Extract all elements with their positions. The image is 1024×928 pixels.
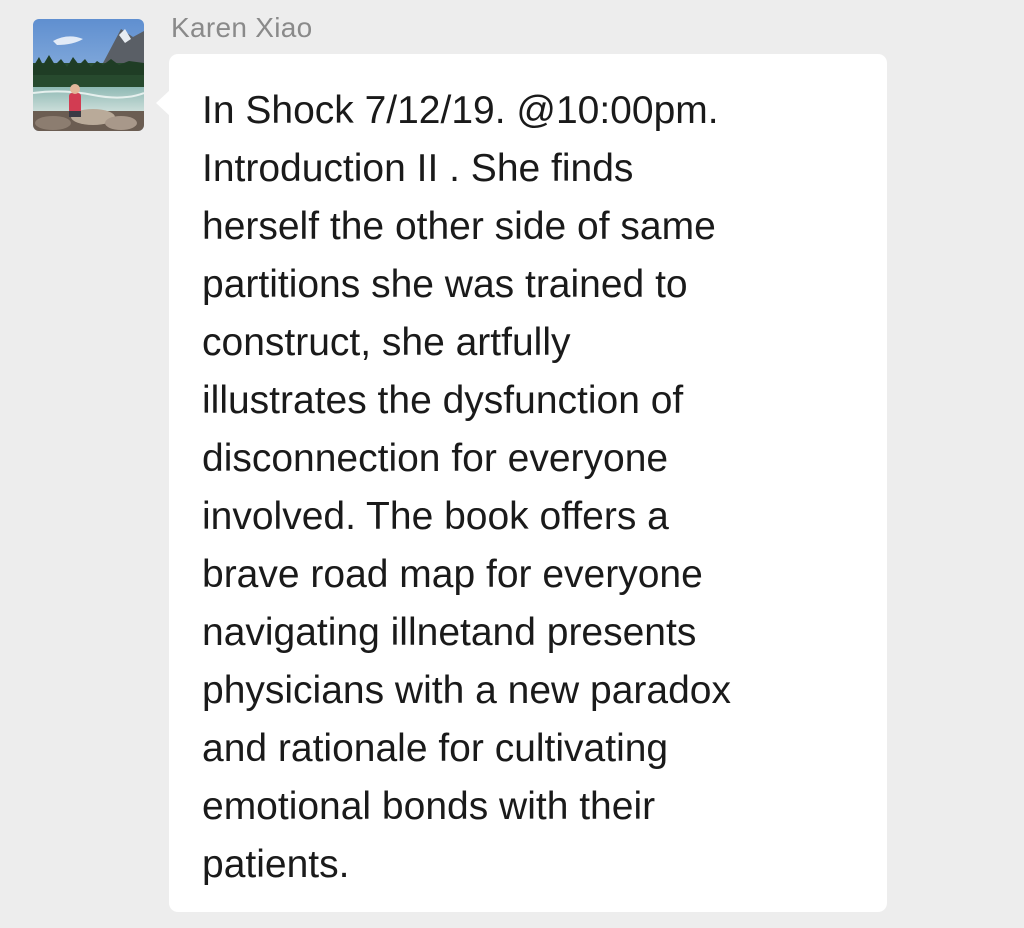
message-line: involved. The book offers a bbox=[202, 495, 669, 538]
message-line: Introduction II . She finds bbox=[202, 147, 634, 190]
message-line: In Shock 7/12/19. @10:00pm. bbox=[202, 89, 719, 132]
bubble-tail bbox=[156, 90, 170, 116]
message-text: In Shock 7/12/19. @10:00pm. Introduction… bbox=[202, 82, 872, 894]
message-line: disconnection for everyone bbox=[202, 437, 669, 480]
message-line: physicians with a new paradox bbox=[202, 669, 731, 712]
message-line: emotional bonds with their bbox=[202, 785, 656, 828]
message-line: construct, she artfully bbox=[202, 321, 571, 364]
profile-photo-mountain-lake-icon bbox=[33, 19, 144, 131]
avatar[interactable] bbox=[33, 19, 144, 131]
chat-message-row: Karen Xiao In Shock 7/12/19. @10:00pm. I… bbox=[0, 0, 1024, 928]
message-line: patients. bbox=[202, 843, 350, 886]
message-line: herself the other side of same bbox=[202, 205, 716, 248]
message-line: and rationale for cultivating bbox=[202, 727, 669, 770]
message-line: brave road map for everyone bbox=[202, 553, 703, 596]
sender-name: Karen Xiao bbox=[171, 12, 313, 43]
message-line: illustrates the dysfunction of bbox=[202, 379, 684, 422]
message-line: partitions she was trained to bbox=[202, 263, 688, 306]
message-line: navigating illnetand presents bbox=[202, 611, 697, 654]
